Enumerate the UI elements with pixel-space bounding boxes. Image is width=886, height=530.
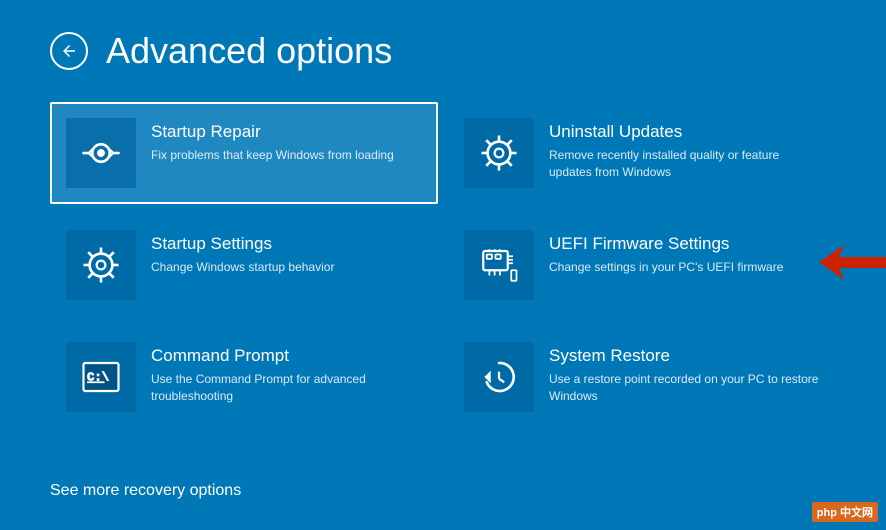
option-uninstall-updates[interactable]: Uninstall Updates Remove recently instal… bbox=[448, 102, 836, 204]
startup-settings-desc: Change Windows startup behavior bbox=[151, 259, 422, 276]
uninstall-updates-icon bbox=[464, 118, 534, 188]
system-restore-title: System Restore bbox=[549, 346, 820, 366]
uninstall-updates-title: Uninstall Updates bbox=[549, 122, 820, 142]
page-container: Advanced options Startup Repair Fix prob… bbox=[0, 0, 886, 530]
startup-settings-title: Startup Settings bbox=[151, 234, 422, 254]
watermark: php 中文网 bbox=[812, 502, 878, 522]
uninstall-updates-text: Uninstall Updates Remove recently instal… bbox=[549, 118, 820, 181]
command-prompt-desc: Use the Command Prompt for advanced trou… bbox=[151, 371, 422, 405]
back-button[interactable] bbox=[50, 32, 88, 70]
uefi-arrow-indicator bbox=[819, 245, 886, 285]
option-startup-settings[interactable]: Startup Settings Change Windows startup … bbox=[50, 214, 438, 316]
uefi-firmware-desc: Change settings in your PC's UEFI firmwa… bbox=[549, 259, 820, 276]
system-restore-desc: Use a restore point recorded on your PC … bbox=[549, 371, 820, 405]
option-command-prompt[interactable]: C:\ Command Prompt Use the Command Promp… bbox=[50, 326, 438, 428]
system-restore-text: System Restore Use a restore point recor… bbox=[549, 342, 820, 405]
options-grid: Startup Repair Fix problems that keep Wi… bbox=[50, 102, 836, 428]
option-uefi-firmware[interactable]: UEFI Firmware Settings Change settings i… bbox=[448, 214, 836, 316]
footer: See more recovery options bbox=[50, 472, 836, 500]
page-title: Advanced options bbox=[106, 30, 392, 72]
startup-repair-title: Startup Repair bbox=[151, 122, 422, 142]
system-restore-icon bbox=[464, 342, 534, 412]
startup-repair-text: Startup Repair Fix problems that keep Wi… bbox=[151, 118, 422, 164]
startup-settings-icon bbox=[66, 230, 136, 300]
option-system-restore[interactable]: System Restore Use a restore point recor… bbox=[448, 326, 836, 428]
startup-repair-icon bbox=[66, 118, 136, 188]
uefi-firmware-text: UEFI Firmware Settings Change settings i… bbox=[549, 230, 820, 276]
option-startup-repair[interactable]: Startup Repair Fix problems that keep Wi… bbox=[50, 102, 438, 204]
uefi-firmware-icon bbox=[464, 230, 534, 300]
command-prompt-title: Command Prompt bbox=[151, 346, 422, 366]
command-prompt-icon: C:\ bbox=[66, 342, 136, 412]
uninstall-updates-desc: Remove recently installed quality or fea… bbox=[549, 147, 820, 181]
see-more-link[interactable]: See more recovery options bbox=[50, 482, 241, 499]
startup-settings-text: Startup Settings Change Windows startup … bbox=[151, 230, 422, 276]
startup-repair-desc: Fix problems that keep Windows from load… bbox=[151, 147, 422, 164]
header: Advanced options bbox=[50, 30, 836, 72]
command-prompt-text: Command Prompt Use the Command Prompt fo… bbox=[151, 342, 422, 405]
uefi-firmware-title: UEFI Firmware Settings bbox=[549, 234, 820, 254]
